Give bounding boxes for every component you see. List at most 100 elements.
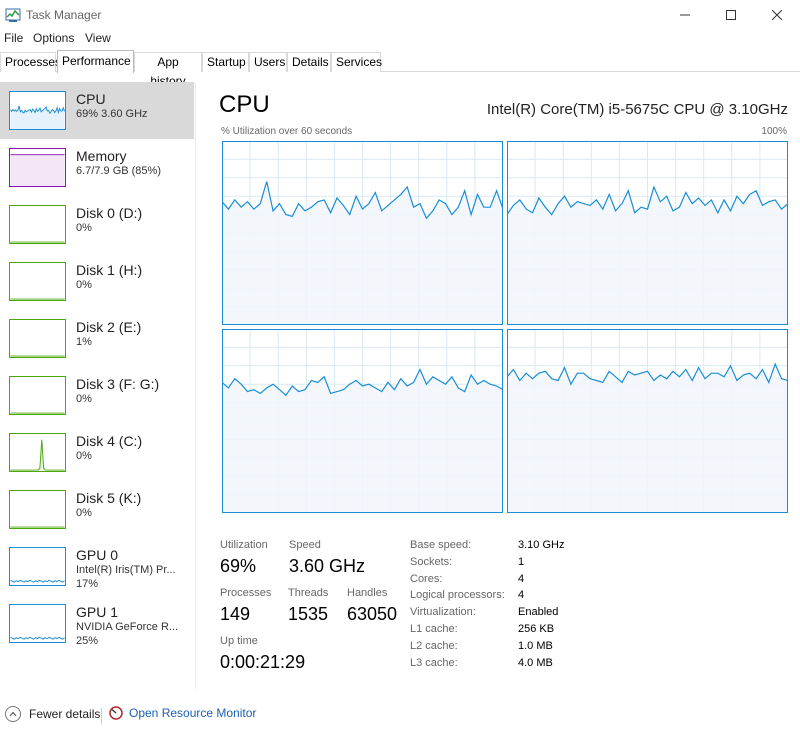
spec-value: Enabled [518, 606, 559, 618]
open-resource-monitor-link[interactable]: Open Resource Monitor [109, 706, 256, 720]
sidebar-item-disk-0[interactable]: Disk 0 (D:) 0% [0, 196, 194, 253]
threads-label: Threads [288, 587, 329, 599]
spec-value: 4 [518, 589, 525, 601]
sidebar-item-disk-2[interactable]: Disk 2 (E:) 1% [0, 310, 194, 367]
spec-label: L2 cache: [410, 640, 458, 652]
page-title: CPU [219, 91, 270, 118]
sidebar-item-percent: 25% [76, 635, 99, 647]
sidebar-item-value: 0% [76, 393, 92, 405]
handles-value: 63050 [347, 604, 398, 624]
sidebar-item-value: NVIDIA GeForce R... [76, 621, 179, 633]
disk-thumbnail-graph [9, 262, 66, 301]
spec-label: Logical processors: [410, 589, 505, 601]
utilization-value: 69% [220, 556, 257, 576]
sidebar-item-disk-3[interactable]: Disk 3 (F: G:) 0% [0, 367, 194, 424]
graph-max-label: 100% [761, 126, 787, 137]
graph-axis-label: % Utilization over 60 seconds [221, 126, 353, 137]
disk-thumbnail-graph [9, 376, 66, 415]
sidebar-item-value: 69% 3.60 GHz [76, 108, 148, 120]
sidebar-item-value: 6.7/7.9 GB (85%) [76, 165, 161, 177]
minimize-button[interactable] [662, 0, 708, 30]
tab-services[interactable]: Services [331, 52, 382, 72]
sidebar-item-name: Disk 3 (F: G:) [76, 376, 160, 392]
uptime-value: 0:00:21:29 [220, 652, 306, 672]
sidebar-item-disk-1[interactable]: Disk 1 (H:) 0% [0, 253, 194, 310]
thumb-line [10, 636, 65, 640]
tab-processes[interactable]: Processes [0, 52, 61, 72]
cpu-core-3-graph [507, 329, 788, 513]
sidebar-item-name: Disk 0 (D:) [76, 205, 143, 221]
menu-file[interactable]: File [4, 31, 23, 45]
spec-label: L1 cache: [410, 623, 458, 635]
utilization-label: Utilization [220, 539, 268, 551]
window-title: Task Manager [26, 8, 102, 22]
sidebar-item-gpu-1[interactable]: GPU 1 NVIDIA GeForce R... 25% [0, 595, 194, 652]
menu-bar: File Options View [0, 30, 800, 48]
tab-users[interactable]: Users [249, 52, 287, 72]
sidebar-item-gpu-0[interactable]: GPU 0 Intel(R) Iris(TM) Pr... 17% [0, 538, 194, 595]
tab-bar: Processes Performance App history Startu… [0, 50, 800, 88]
chevron-up-icon [5, 706, 21, 722]
menu-options[interactable]: Options [33, 31, 74, 45]
menu-view[interactable]: View [85, 31, 111, 45]
cpu-core-1-graph [507, 141, 788, 325]
speed-value: 3.60 GHz [289, 556, 366, 576]
task-manager-icon [5, 8, 21, 22]
cpu-core-2-graph [222, 329, 503, 513]
close-icon [772, 10, 782, 20]
tab-performance[interactable]: Performance [57, 50, 134, 73]
cpu-thumbnail-graph [9, 91, 66, 130]
tab-details[interactable]: Details [287, 52, 331, 72]
sidebar-item-name: Disk 1 (H:) [76, 262, 143, 278]
tab-startup[interactable]: Startup [202, 52, 249, 72]
sidebar-item-name: Memory [76, 148, 127, 164]
spec-label: Cores: [410, 573, 443, 585]
spec-value: 3.10 GHz [518, 539, 565, 551]
handles-label: Handles [347, 587, 388, 599]
sidebar-item-value: 0% [76, 222, 92, 234]
fewer-details-label: Fewer details [29, 707, 101, 721]
sidebar-item-percent: 17% [76, 578, 99, 590]
cpu-core-0-graph [222, 141, 503, 325]
processes-value: 149 [220, 604, 251, 624]
sidebar-item-name: Disk 4 (C:) [76, 433, 143, 449]
thumb-area [10, 154, 65, 186]
sidebar-item-name: Disk 2 (E:) [76, 319, 142, 335]
sidebar-item-name: CPU [76, 91, 106, 107]
spec-value: 4 [518, 573, 525, 585]
threads-value: 1535 [288, 604, 329, 624]
sidebar-item-value: 0% [76, 507, 92, 519]
minimize-icon [680, 14, 690, 16]
gpu-thumbnail-graph [9, 604, 66, 643]
footer-divider [101, 708, 102, 724]
footer: Fewer details Open Resource Monitor [0, 700, 800, 730]
spec-label: Base speed: [410, 539, 472, 551]
sidebar-item-value: 1% [76, 336, 92, 348]
spec-value: 256 KB [518, 623, 555, 635]
resource-sidebar: CPU 69% 3.60 GHz Memory 6.7/7.9 GB (85%)… [0, 82, 196, 689]
sidebar-item-value: 0% [76, 279, 92, 291]
fewer-details-button[interactable]: Fewer details [5, 706, 100, 722]
thumb-line [10, 579, 65, 583]
sidebar-item-name: Disk 5 (K:) [76, 490, 142, 506]
sidebar-item-name: GPU 1 [76, 604, 119, 620]
tab-app-history[interactable]: App history [134, 52, 202, 88]
utilization-area [507, 364, 788, 513]
spec-label: Sockets: [410, 556, 453, 568]
processes-label: Processes [220, 587, 272, 599]
utilization-area [222, 369, 503, 513]
close-button[interactable] [754, 0, 800, 30]
sidebar-item-disk-4[interactable]: Disk 4 (C:) 0% [0, 424, 194, 481]
disk-thumbnail-graph [9, 490, 66, 529]
sidebar-item-memory[interactable]: Memory 6.7/7.9 GB (85%) [0, 139, 194, 196]
sidebar-item-cpu[interactable]: CPU 69% 3.60 GHz [0, 82, 194, 139]
disk-thumbnail-graph [9, 433, 66, 472]
open-resource-monitor-label: Open Resource Monitor [129, 706, 257, 720]
spec-label: Virtualization: [410, 606, 476, 618]
title-bar: Task Manager [0, 0, 800, 30]
sidebar-item-disk-5[interactable]: Disk 5 (K:) 0% [0, 481, 194, 538]
spec-value: 1.0 MB [518, 640, 553, 652]
sidebar-item-name: GPU 0 [76, 547, 119, 563]
disk-thumbnail-graph [9, 319, 66, 358]
maximize-button[interactable] [708, 0, 754, 30]
